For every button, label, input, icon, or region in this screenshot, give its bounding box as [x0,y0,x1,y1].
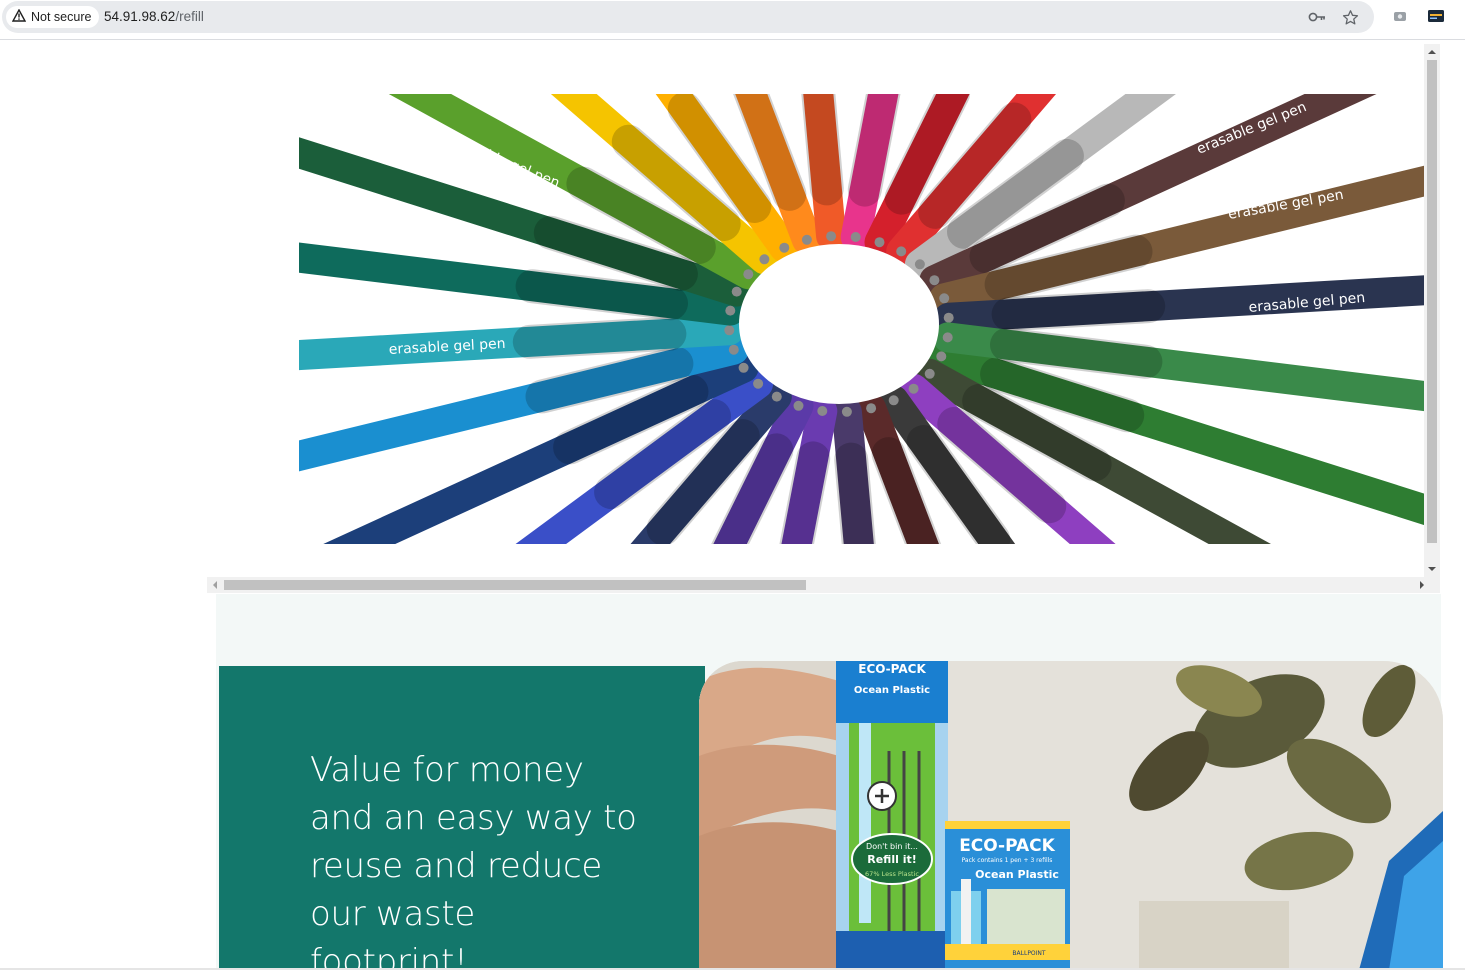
horizontal-scroll-thumb[interactable] [224,580,806,590]
profile-card-icon[interactable] [1428,8,1444,24]
security-indicator[interactable]: Not secure [6,6,100,28]
pen-label: erasable gel pen [1258,402,1376,442]
security-label: Not secure [31,10,92,24]
browser-toolbar: Not secure 54.91.98.62/refill [0,0,1465,40]
pens-hero-image: erasable gel pen erasable gel pen erasable… [299,94,1425,544]
promo-heading: Value for money and an easy way to reuse… [310,750,637,970]
badge-line2-text: Refill it! [867,853,917,866]
toolbar-divider [0,39,1465,40]
eco-pack-product-photo: ECO-PACK Ocean Plastic Don't bin it... R… [699,661,1443,970]
pen-wheel-center [739,244,939,404]
key-icon[interactable] [1308,8,1326,26]
url-text[interactable]: 54.91.98.62/refill [104,9,204,24]
scroll-right-arrow-icon[interactable] [1414,577,1430,593]
pack2-brand-text: Ocean Plastic [975,868,1059,881]
pack2-title-text: ECO-PACK [959,836,1055,856]
pack-title-text: ECO-PACK [858,662,926,676]
badge-line3-text: 67% Less Plastic [865,870,919,878]
url-path: /refill [175,9,204,24]
vertical-scroll-thumb[interactable] [1427,60,1437,543]
scroll-up-arrow-icon[interactable] [1424,44,1440,60]
extension-icon[interactable] [1392,8,1408,24]
address-bar[interactable]: Not secure 54.91.98.62/refill [2,1,1374,33]
ballpoint-text: BALLPOINT [1012,950,1046,957]
star-icon[interactable] [1341,8,1359,26]
scroll-left-arrow-icon[interactable] [207,577,223,593]
pack-brand-text: Ocean Plastic [854,685,930,696]
hero-scroll-frame[interactable]: erasable gel pen erasable gel pen erasable… [207,44,1440,593]
badge-line1-text: Don't bin it... [866,842,918,851]
warning-icon [11,8,27,25]
url-host: 54.91.98.62 [104,9,176,24]
horizontal-scrollbar[interactable] [207,577,1440,593]
pack2-subtitle-text: Pack contains 1 pen + 3 refills [962,857,1053,864]
vertical-scrollbar[interactable] [1424,44,1440,577]
scroll-down-arrow-icon[interactable] [1424,561,1440,577]
promo-panel: Value for money and an easy way to reuse… [219,666,705,970]
